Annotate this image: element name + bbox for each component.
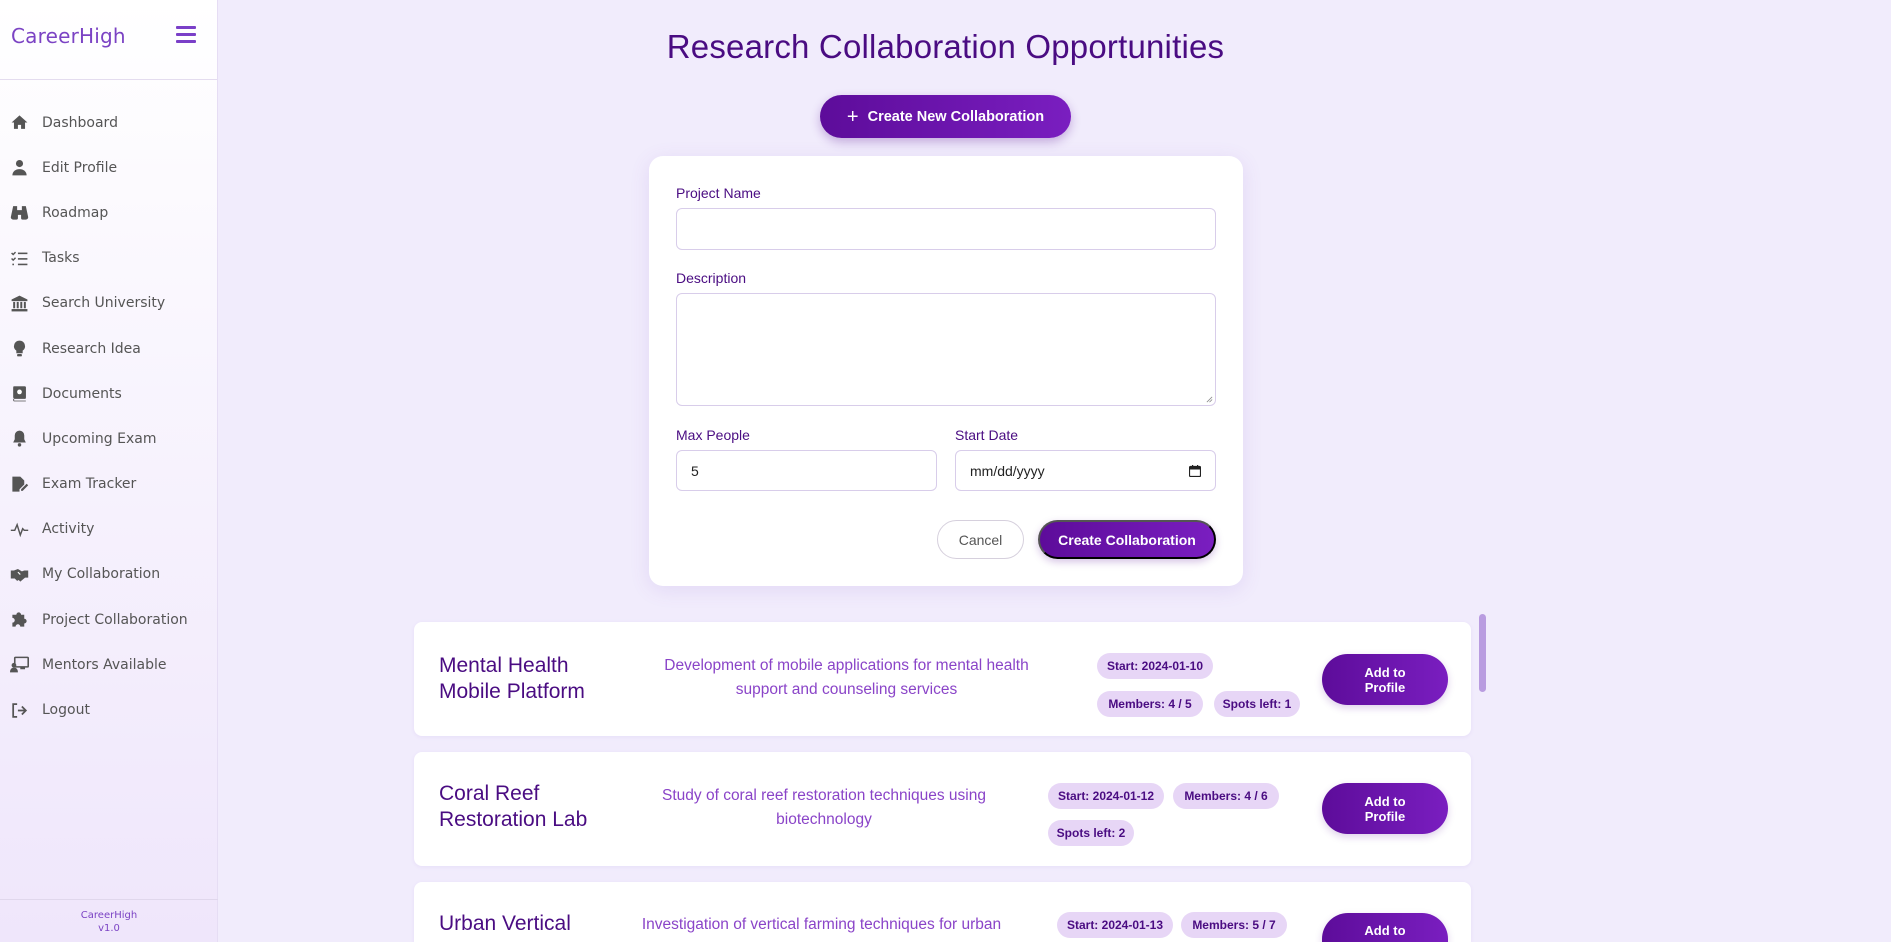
resize-grip-icon[interactable] [1206,396,1213,403]
add-to-profile-button[interactable]: Add to Profile [1322,783,1448,834]
sidebar-item-project-collaboration[interactable]: Project Collaboration [0,597,218,642]
handshake-icon [10,565,42,584]
start-date-badge: Start: 2024-01-10 [1097,653,1213,679]
members-badge: Members: 4 / 6 [1173,783,1279,809]
sidebar-item-label: Logout [42,702,90,719]
create-new-collaboration-label: Create New Collaboration [867,108,1045,125]
sidebar-item-tasks[interactable]: Tasks [0,236,218,281]
sidebar-item-label: My Collaboration [42,566,161,583]
university-icon [10,294,42,313]
book-icon [10,384,42,403]
sidebar-item-label: Research Idea [42,340,141,357]
collaboration-title: Urban Vertical [439,912,571,935]
collaboration-description: Investigation of vertical farming techni… [641,916,1002,933]
sign-out-icon [10,701,42,720]
sidebar-item-upcoming-exam[interactable]: Upcoming Exam [0,416,218,461]
project-name-input[interactable] [676,208,1216,250]
footer-version: v1.0 [98,923,120,934]
sidebar-item-label: Roadmap [42,204,109,221]
start-date-placeholder: mm/dd/yyyy [970,462,1045,479]
page-title: Research Collaboration Opportunities [666,28,1225,65]
sidebar-item-research-idea[interactable]: Research Idea [0,326,218,371]
collaboration-title: Mental Health Mobile Platform [439,654,585,703]
sidebar-item-label: Tasks [42,250,80,267]
create-collaboration-button[interactable]: Create Collaboration [1038,520,1216,559]
collaboration-card: Urban Vertical Investigation of vertical… [414,882,1471,942]
sidebar-item-label: Dashboard [42,114,118,131]
max-people-input[interactable]: 5 [676,450,937,491]
description-label: Description [676,270,747,286]
sidebar-item-exam-tracker[interactable]: Exam Tracker [0,462,218,507]
sidebar-nav: Dashboard Edit Profile Roadmap Tasks Sea… [0,100,218,733]
sidebar-item-search-university[interactable]: Search University [0,281,218,326]
menu-toggle-icon[interactable] [176,26,196,44]
chalkboard-user-icon [10,655,42,674]
sidebar-item-label: Exam Tracker [42,476,137,493]
bell-icon [10,429,42,448]
sidebar-item-logout[interactable]: Logout [0,687,218,732]
binoculars-icon [10,203,42,222]
collaboration-card: Coral Reef Restoration Lab Study of cora… [414,752,1471,866]
sidebar: CareerHigh Dashboard Edit Profile Roadma… [0,0,218,942]
list-scrollbar-thumb[interactable] [1479,614,1486,692]
sidebar-item-edit-profile[interactable]: Edit Profile [0,145,218,190]
sidebar-item-my-collaboration[interactable]: My Collaboration [0,552,218,597]
spots-left-badge: Spots left: 2 [1048,820,1134,846]
sidebar-footer: CareerHigh v1.0 [0,899,218,935]
sidebar-item-label: Project Collaboration [42,611,188,628]
create-new-collaboration-button[interactable]: + Create New Collaboration [820,95,1071,138]
collaboration-card: Mental Health Mobile Platform Developmen… [414,622,1471,736]
sidebar-item-label: Search University [42,295,166,312]
sidebar-item-label: Upcoming Exam [42,430,157,447]
file-signature-icon [10,475,42,494]
collaboration-title: Coral Reef Restoration Lab [439,782,588,831]
sidebar-header: CareerHigh [0,0,217,80]
plus-icon: + [846,105,859,128]
sidebar-item-documents[interactable]: Documents [0,371,218,416]
lightbulb-icon [10,339,42,358]
sidebar-item-label: Mentors Available [42,656,167,673]
collaboration-description: Study of coral reef restoration techniqu… [662,787,986,828]
add-to-profile-button[interactable]: Add to Profile [1322,654,1448,705]
project-name-label: Project Name [676,185,761,201]
sidebar-item-label: Edit Profile [42,159,118,176]
sidebar-item-mentors-available[interactable]: Mentors Available [0,642,218,687]
puzzle-icon [10,610,42,629]
collaboration-description: Development of mobile applications for m… [664,657,1029,698]
start-date-badge: Start: 2024-01-12 [1048,783,1164,809]
user-icon [10,158,42,177]
cancel-button[interactable]: Cancel [937,520,1024,559]
start-date-label: Start Date [955,427,1019,443]
members-badge: Members: 5 / 7 [1181,912,1287,938]
members-badge: Members: 4 / 5 [1097,691,1203,717]
sidebar-item-label: Documents [42,385,122,402]
pulse-icon [10,520,42,539]
sidebar-item-roadmap[interactable]: Roadmap [0,190,218,235]
sidebar-item-label: Activity [42,521,95,538]
description-textarea[interactable] [676,293,1216,406]
start-date-input[interactable]: mm/dd/yyyy [955,450,1216,491]
max-people-label: Max People [676,427,750,443]
brand-logo[interactable]: CareerHigh [11,24,126,48]
sidebar-item-activity[interactable]: Activity [0,507,218,552]
list-check-icon [10,249,42,268]
home-icon [10,113,42,132]
add-to-profile-button[interactable]: Add to [1322,913,1448,942]
footer-brand: CareerHigh [80,910,138,921]
start-date-badge: Start: 2024-01-13 [1057,912,1173,938]
sidebar-item-dashboard[interactable]: Dashboard [0,100,218,145]
spots-left-badge: Spots left: 1 [1214,691,1300,717]
calendar-icon[interactable] [1189,465,1201,477]
